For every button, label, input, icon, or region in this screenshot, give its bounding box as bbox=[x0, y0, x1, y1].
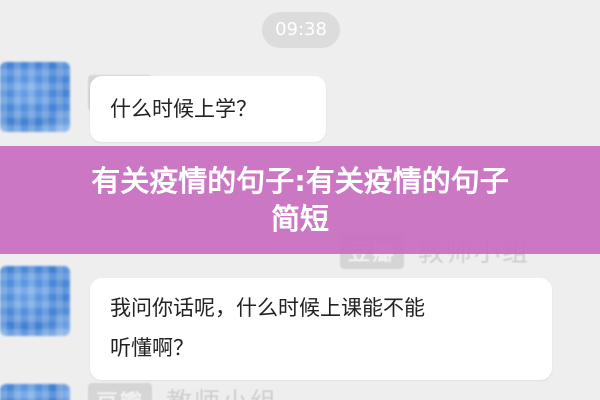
timestamp-pill: 09:38 bbox=[262, 12, 340, 48]
message-text: 什么时候上学？ bbox=[110, 97, 257, 121]
watermark-group-name: 教师小组 bbox=[166, 382, 278, 400]
avatar[interactable] bbox=[0, 266, 70, 336]
banner-title-line: 有关疫情的句子:有关疫情的句子 bbox=[91, 164, 509, 198]
chat-screen: 09:38 豆瓣 教师小组 什么时候上学？ 豆瓣 教师小组 我问你话呢，什么时候… bbox=[0, 0, 600, 400]
banner-title-line: 简短 bbox=[270, 202, 329, 236]
message-text-line: 我问你话呢，什么时候上课能不能 bbox=[110, 296, 425, 320]
avatar[interactable] bbox=[0, 62, 70, 132]
message-bubble[interactable]: 什么时候上学？ bbox=[90, 76, 326, 142]
message-bubble[interactable]: 我问你话呢，什么时候上课能不能 听懂啊？ bbox=[90, 278, 552, 380]
message-text-line: 听懂啊？ bbox=[110, 336, 194, 360]
watermark: 豆瓣 教师小组 bbox=[88, 382, 278, 400]
watermark-logo: 豆瓣 bbox=[88, 382, 153, 400]
title-banner: 有关疫情的句子:有关疫情的句子 简短 bbox=[0, 146, 600, 254]
avatar[interactable] bbox=[0, 384, 70, 400]
